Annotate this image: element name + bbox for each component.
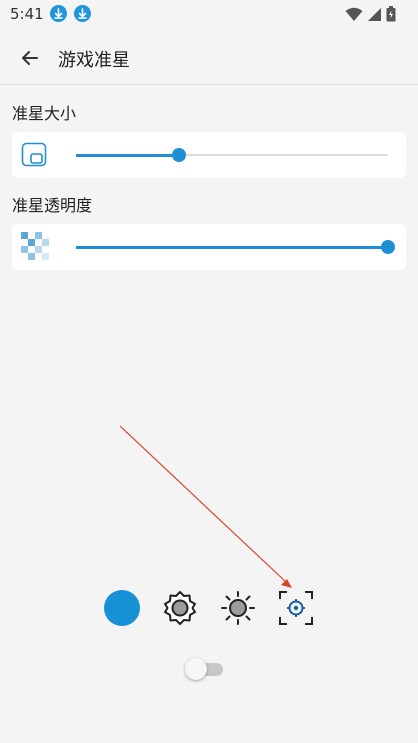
screen: 5:41 游戏准星 准星大小 准星透明度 (0, 0, 418, 743)
status-time: 5:41 (10, 5, 44, 23)
crosshair-opacity-slider[interactable] (76, 237, 395, 257)
app-bar: 游戏准星 (0, 30, 418, 85)
crosshair-size-label: 准星大小 (12, 104, 77, 123)
download-icon (74, 5, 91, 22)
page-title: 游戏准星 (58, 50, 130, 71)
back-button[interactable] (16, 44, 44, 72)
resize-icon (21, 142, 49, 172)
crosshair-target-icon (279, 591, 313, 625)
slider-thumb[interactable] (171, 148, 186, 162)
slider-thumb[interactable] (381, 240, 395, 254)
transparency-grid-icon (21, 232, 51, 266)
slider-fill (76, 246, 388, 249)
crosshair-size-slider[interactable] (76, 145, 388, 165)
crosshair-target-button[interactable] (277, 589, 315, 627)
crosshair-toggle-switch[interactable] (185, 658, 225, 680)
settings-gear-button[interactable] (161, 589, 199, 627)
toggle-thumb (185, 658, 207, 680)
color-swatch-button[interactable] (104, 590, 140, 626)
signal-icon (367, 7, 382, 26)
battery-icon (386, 6, 396, 26)
settings-gear-icon (164, 591, 196, 625)
slider-fill (76, 154, 179, 157)
download-icon (50, 5, 67, 22)
status-bar: 5:41 (0, 0, 418, 30)
arrow-left-icon (22, 51, 38, 65)
crosshair-size-card (12, 132, 406, 178)
brightness-icon (221, 591, 255, 625)
wifi-icon (345, 7, 363, 26)
brightness-button[interactable] (219, 589, 257, 627)
crosshair-opacity-card (12, 224, 406, 270)
crosshair-opacity-label: 准星透明度 (12, 196, 93, 215)
